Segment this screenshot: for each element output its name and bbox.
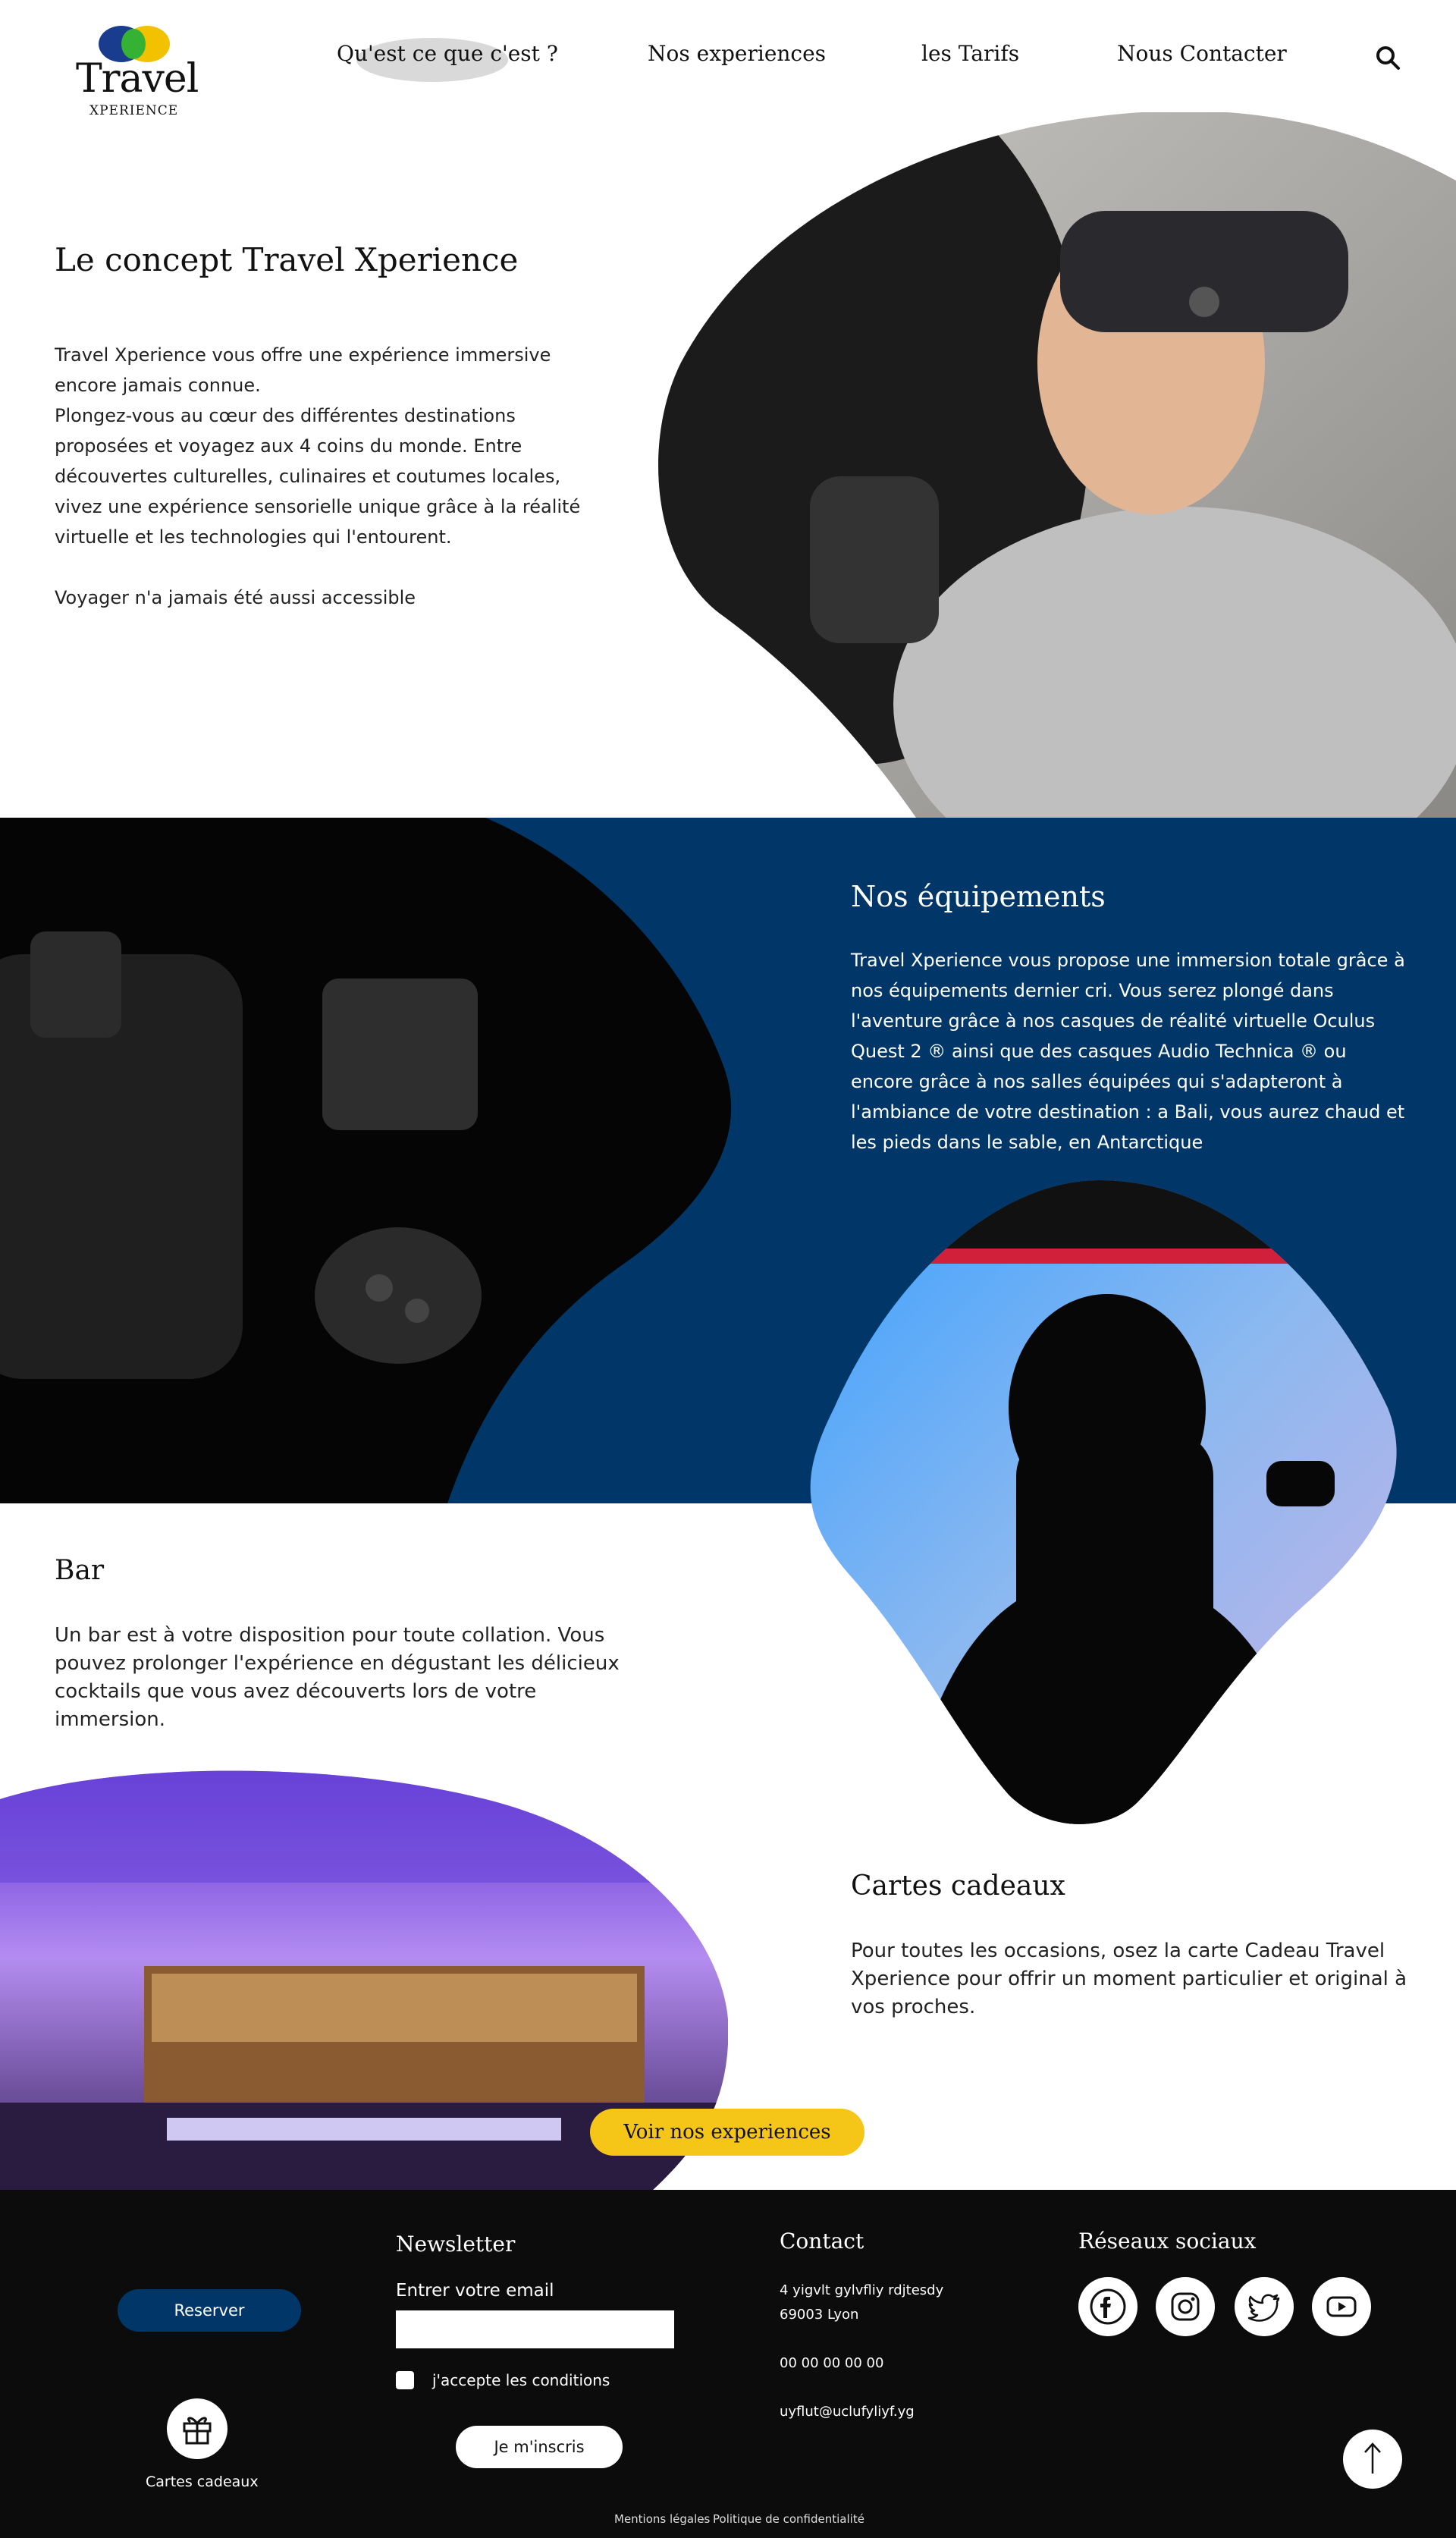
gift-card-link[interactable] bbox=[167, 2398, 228, 2459]
concept-paragraph-3: Voyager n'a jamais été aussi accessible bbox=[55, 587, 416, 608]
social-title: Réseaux sociaux bbox=[1078, 2229, 1257, 2254]
equipment-text: Travel Xperience vous propose une immers… bbox=[851, 950, 1405, 1153]
nav-item-experiences[interactable]: Nos experiences bbox=[648, 41, 826, 66]
vr-equipment-photo bbox=[0, 818, 732, 1503]
contact-address-line1: 4 yigvlt gylvfliy rdjtesdy bbox=[780, 2282, 944, 2298]
arrow-up-icon bbox=[1364, 2442, 1381, 2474]
concept-text: Travel Xperience vous offre une expérien… bbox=[55, 340, 601, 613]
search-icon[interactable] bbox=[1374, 44, 1401, 71]
logo-text: Travel bbox=[76, 56, 199, 102]
subscribe-button[interactable]: Je m'inscris bbox=[456, 2426, 623, 2468]
gift-card-label: Cartes cadeaux bbox=[146, 2474, 259, 2490]
contact-email[interactable]: uyflut@uclufyliyf.yg bbox=[780, 2400, 915, 2424]
back-to-top-button[interactable] bbox=[1343, 2430, 1402, 2489]
legal-notice-link[interactable]: Mentions légales bbox=[614, 2512, 710, 2526]
instagram-link[interactable] bbox=[1156, 2277, 1215, 2336]
nav-item-contact[interactable]: Nous Contacter bbox=[1117, 41, 1287, 66]
privacy-policy-link[interactable]: Politique de confidentialité bbox=[713, 2512, 864, 2526]
concept-paragraph-1: Travel Xperience vous offre une expérien… bbox=[55, 344, 551, 396]
facebook-icon bbox=[1090, 2288, 1126, 2325]
legal-separator: - bbox=[701, 2512, 705, 2526]
gift-icon bbox=[183, 2417, 212, 2445]
equipment-title: Nos équipements bbox=[851, 880, 1106, 913]
email-label: Entrer votre email bbox=[396, 2281, 554, 2301]
concept-title: Le concept Travel Xperience bbox=[55, 241, 519, 278]
twitter-link[interactable] bbox=[1235, 2277, 1294, 2336]
contact-address-line2: 69003 Lyon bbox=[780, 2307, 859, 2323]
reserve-button[interactable]: Reserver bbox=[118, 2289, 301, 2332]
bar-text: Un bar est à votre disposition pour tout… bbox=[55, 1624, 620, 1731]
contact-phone: 00 00 00 00 00 bbox=[780, 2355, 884, 2371]
instagram-icon bbox=[1171, 2292, 1200, 2321]
vr-headset-photo bbox=[658, 112, 1456, 818]
nav-item-tarifs[interactable]: les Tarifs bbox=[921, 41, 1019, 66]
twitter-icon bbox=[1247, 2294, 1280, 2322]
gift-cards-title: Cartes cadeaux bbox=[851, 1871, 1065, 1902]
youtube-link[interactable] bbox=[1312, 2277, 1371, 2336]
newsletter-title: Newsletter bbox=[396, 2232, 516, 2257]
contact-title: Contact bbox=[780, 2229, 864, 2254]
nav-item-what[interactable]: Qu'est ce que c'est ? bbox=[337, 41, 558, 66]
bar-title: Bar bbox=[55, 1555, 105, 1586]
facebook-link[interactable] bbox=[1078, 2277, 1138, 2336]
newsletter-email-input[interactable] bbox=[396, 2310, 674, 2348]
accept-conditions-checkbox[interactable] bbox=[396, 2371, 414, 2389]
concept-paragraph-2: Plongez-vous au cœur des différentes des… bbox=[55, 405, 581, 548]
see-experiences-button[interactable]: Voir nos experiences bbox=[590, 2109, 864, 2156]
gift-cards-text: Pour toutes les occasions, osez la carte… bbox=[851, 1940, 1407, 2018]
accept-conditions-label: j'accepte les conditions bbox=[432, 2371, 610, 2389]
logo-subtext: XPERIENCE bbox=[89, 103, 179, 118]
youtube-icon bbox=[1326, 2296, 1357, 2317]
gamer-silhouette-photo bbox=[810, 1180, 1397, 1824]
